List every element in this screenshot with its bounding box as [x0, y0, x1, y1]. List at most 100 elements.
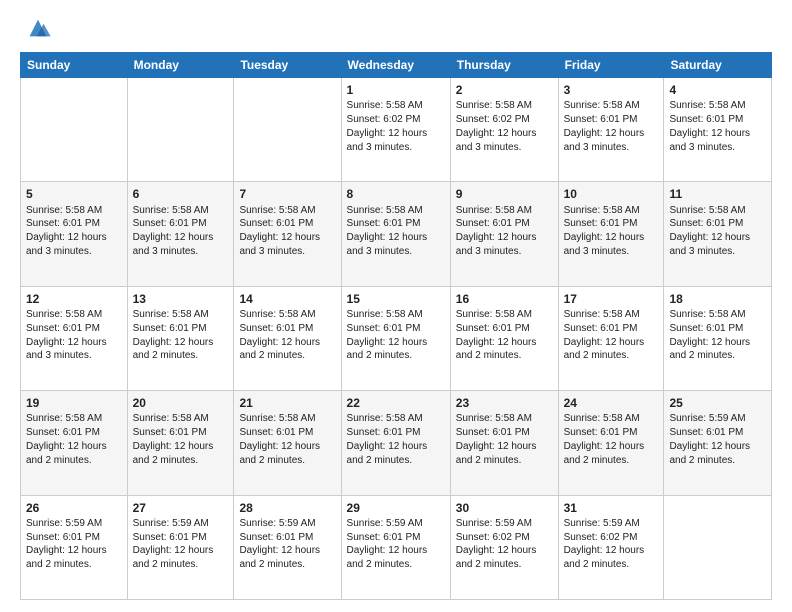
calendar-cell — [127, 78, 234, 182]
day-number: 18 — [669, 291, 766, 307]
day-number: 17 — [564, 291, 659, 307]
calendar-cell: 11 Sunrise: 5:58 AM Sunset: 6:01 PM Dayli… — [664, 182, 772, 286]
calendar-cell: 23Sunrise: 5:58 AM Sunset: 6:01 PM Dayli… — [450, 391, 558, 495]
calendar-cell: 1Sunrise: 5:58 AM Sunset: 6:02 PM Daylig… — [341, 78, 450, 182]
day-info: Sunrise: 5:58 AM Sunset: 6:01 PM Dayligh… — [564, 412, 659, 467]
day-info: Sunrise: 5:58 AM Sunset: 6:01 PM Dayligh… — [564, 204, 659, 259]
day-info: Sunrise: 5:58 AM Sunset: 6:01 PM Dayligh… — [239, 308, 335, 363]
calendar-cell: 9 Sunrise: 5:58 AM Sunset: 6:01 PM Daylig… — [450, 182, 558, 286]
day-number: 4 — [669, 82, 766, 98]
day-info: Sunrise: 5:58 AM Sunset: 6:01 PM Dayligh… — [669, 308, 766, 363]
calendar-week-row: 19 Sunrise: 5:58 AM Sunset: 6:01 PM Dayli… — [21, 391, 772, 495]
day-number: 3 — [564, 82, 659, 98]
calendar-cell: 29Sunrise: 5:59 AM Sunset: 6:01 PM Dayli… — [341, 495, 450, 599]
weekday-header-row: SundayMondayTuesdayWednesdayThursdayFrid… — [21, 53, 772, 78]
day-info: Sunrise: 5:59 AM Sunset: 6:02 PM Dayligh… — [456, 517, 553, 572]
calendar-cell: 6 Sunrise: 5:58 AM Sunset: 6:01 PM Daylig… — [127, 182, 234, 286]
calendar-cell — [664, 495, 772, 599]
day-number: 29 — [347, 500, 445, 516]
calendar-cell: 13Sunrise: 5:58 AM Sunset: 6:01 PM Dayli… — [127, 286, 234, 390]
weekday-header-thursday: Thursday — [450, 53, 558, 78]
calendar-cell: 17Sunrise: 5:58 AM Sunset: 6:01 PM Dayli… — [558, 286, 664, 390]
day-info: Sunrise: 5:59 AM Sunset: 6:01 PM Dayligh… — [347, 517, 445, 572]
calendar-cell: 22Sunrise: 5:58 AM Sunset: 6:01 PM Dayli… — [341, 391, 450, 495]
day-info: Sunrise: 5:58 AM Sunset: 6:01 PM Dayligh… — [564, 308, 659, 363]
calendar-cell: 8Sunrise: 5:58 AM Sunset: 6:01 PM Daylig… — [341, 182, 450, 286]
day-number: 5 — [26, 186, 122, 202]
day-number: 21 — [239, 395, 335, 411]
calendar-cell: 20Sunrise: 5:58 AM Sunset: 6:01 PM Dayli… — [127, 391, 234, 495]
day-number: 27 — [133, 500, 229, 516]
calendar-cell: 14Sunrise: 5:58 AM Sunset: 6:01 PM Dayli… — [234, 286, 341, 390]
day-info: Sunrise: 5:59 AM Sunset: 6:02 PM Dayligh… — [564, 517, 659, 572]
day-number: 15 — [347, 291, 445, 307]
day-info: Sunrise: 5:58 AM Sunset: 6:02 PM Dayligh… — [456, 99, 553, 154]
calendar-cell: 16Sunrise: 5:58 AM Sunset: 6:01 PM Dayli… — [450, 286, 558, 390]
day-number: 7 — [239, 186, 335, 202]
calendar-cell — [234, 78, 341, 182]
weekday-header-monday: Monday — [127, 53, 234, 78]
day-number: 10 — [564, 186, 659, 202]
calendar-cell: 26Sunrise: 5:59 AM Sunset: 6:01 PM Dayli… — [21, 495, 128, 599]
day-number: 30 — [456, 500, 553, 516]
day-info: Sunrise: 5:58 AM Sunset: 6:02 PM Dayligh… — [347, 99, 445, 154]
logo — [20, 18, 52, 42]
day-info: Sunrise: 5:59 AM Sunset: 6:01 PM Dayligh… — [26, 517, 122, 572]
day-info: Sunrise: 5:58 AM Sunset: 6:01 PM Dayligh… — [133, 308, 229, 363]
weekday-header-sunday: Sunday — [21, 53, 128, 78]
day-number: 16 — [456, 291, 553, 307]
logo-text — [20, 18, 52, 42]
day-info: Sunrise: 5:58 AM Sunset: 6:01 PM Dayligh… — [564, 99, 659, 154]
day-info: Sunrise: 5:58 AM Sunset: 6:01 PM Dayligh… — [26, 204, 122, 259]
calendar-week-row: 12Sunrise: 5:58 AM Sunset: 6:01 PM Dayli… — [21, 286, 772, 390]
calendar-cell: 12Sunrise: 5:58 AM Sunset: 6:01 PM Dayli… — [21, 286, 128, 390]
day-number: 20 — [133, 395, 229, 411]
calendar-cell: 10 Sunrise: 5:58 AM Sunset: 6:01 PM Dayli… — [558, 182, 664, 286]
day-info: Sunrise: 5:58 AM Sunset: 6:01 PM Dayligh… — [239, 204, 335, 259]
calendar-cell: 15Sunrise: 5:58 AM Sunset: 6:01 PM Dayli… — [341, 286, 450, 390]
calendar-cell: 5 Sunrise: 5:58 AM Sunset: 6:01 PM Daylig… — [21, 182, 128, 286]
day-number: 19 — [26, 395, 122, 411]
day-info: Sunrise: 5:58 AM Sunset: 6:01 PM Dayligh… — [26, 308, 122, 363]
page: SundayMondayTuesdayWednesdayThursdayFrid… — [0, 0, 792, 612]
day-number: 1 — [347, 82, 445, 98]
day-info: Sunrise: 5:58 AM Sunset: 6:01 PM Dayligh… — [669, 99, 766, 154]
calendar-cell — [21, 78, 128, 182]
day-info: Sunrise: 5:58 AM Sunset: 6:01 PM Dayligh… — [133, 412, 229, 467]
header — [20, 18, 772, 42]
weekday-header-saturday: Saturday — [664, 53, 772, 78]
day-number: 14 — [239, 291, 335, 307]
calendar-week-row: 5 Sunrise: 5:58 AM Sunset: 6:01 PM Daylig… — [21, 182, 772, 286]
day-info: Sunrise: 5:58 AM Sunset: 6:01 PM Dayligh… — [347, 308, 445, 363]
day-info: Sunrise: 5:59 AM Sunset: 6:01 PM Dayligh… — [669, 412, 766, 467]
day-info: Sunrise: 5:58 AM Sunset: 6:01 PM Dayligh… — [456, 412, 553, 467]
day-number: 25 — [669, 395, 766, 411]
day-number: 22 — [347, 395, 445, 411]
calendar-cell: 25Sunrise: 5:59 AM Sunset: 6:01 PM Dayli… — [664, 391, 772, 495]
day-number: 8 — [347, 186, 445, 202]
calendar-cell: 18Sunrise: 5:58 AM Sunset: 6:01 PM Dayli… — [664, 286, 772, 390]
weekday-header-wednesday: Wednesday — [341, 53, 450, 78]
day-info: Sunrise: 5:58 AM Sunset: 6:01 PM Dayligh… — [669, 204, 766, 259]
day-info: Sunrise: 5:58 AM Sunset: 6:01 PM Dayligh… — [456, 204, 553, 259]
calendar-week-row: 1Sunrise: 5:58 AM Sunset: 6:02 PM Daylig… — [21, 78, 772, 182]
day-number: 28 — [239, 500, 335, 516]
day-info: Sunrise: 5:58 AM Sunset: 6:01 PM Dayligh… — [133, 204, 229, 259]
day-number: 9 — [456, 186, 553, 202]
day-number: 31 — [564, 500, 659, 516]
day-number: 11 — [669, 186, 766, 202]
calendar-cell: 30Sunrise: 5:59 AM Sunset: 6:02 PM Dayli… — [450, 495, 558, 599]
day-number: 6 — [133, 186, 229, 202]
day-number: 2 — [456, 82, 553, 98]
day-info: Sunrise: 5:59 AM Sunset: 6:01 PM Dayligh… — [239, 517, 335, 572]
day-number: 23 — [456, 395, 553, 411]
calendar-cell: 3Sunrise: 5:58 AM Sunset: 6:01 PM Daylig… — [558, 78, 664, 182]
day-info: Sunrise: 5:59 AM Sunset: 6:01 PM Dayligh… — [133, 517, 229, 572]
logo-icon — [24, 14, 52, 42]
calendar-cell: 21Sunrise: 5:58 AM Sunset: 6:01 PM Dayli… — [234, 391, 341, 495]
weekday-header-friday: Friday — [558, 53, 664, 78]
calendar-cell: 27Sunrise: 5:59 AM Sunset: 6:01 PM Dayli… — [127, 495, 234, 599]
day-info: Sunrise: 5:58 AM Sunset: 6:01 PM Dayligh… — [239, 412, 335, 467]
day-number: 24 — [564, 395, 659, 411]
calendar-table: SundayMondayTuesdayWednesdayThursdayFrid… — [20, 52, 772, 600]
